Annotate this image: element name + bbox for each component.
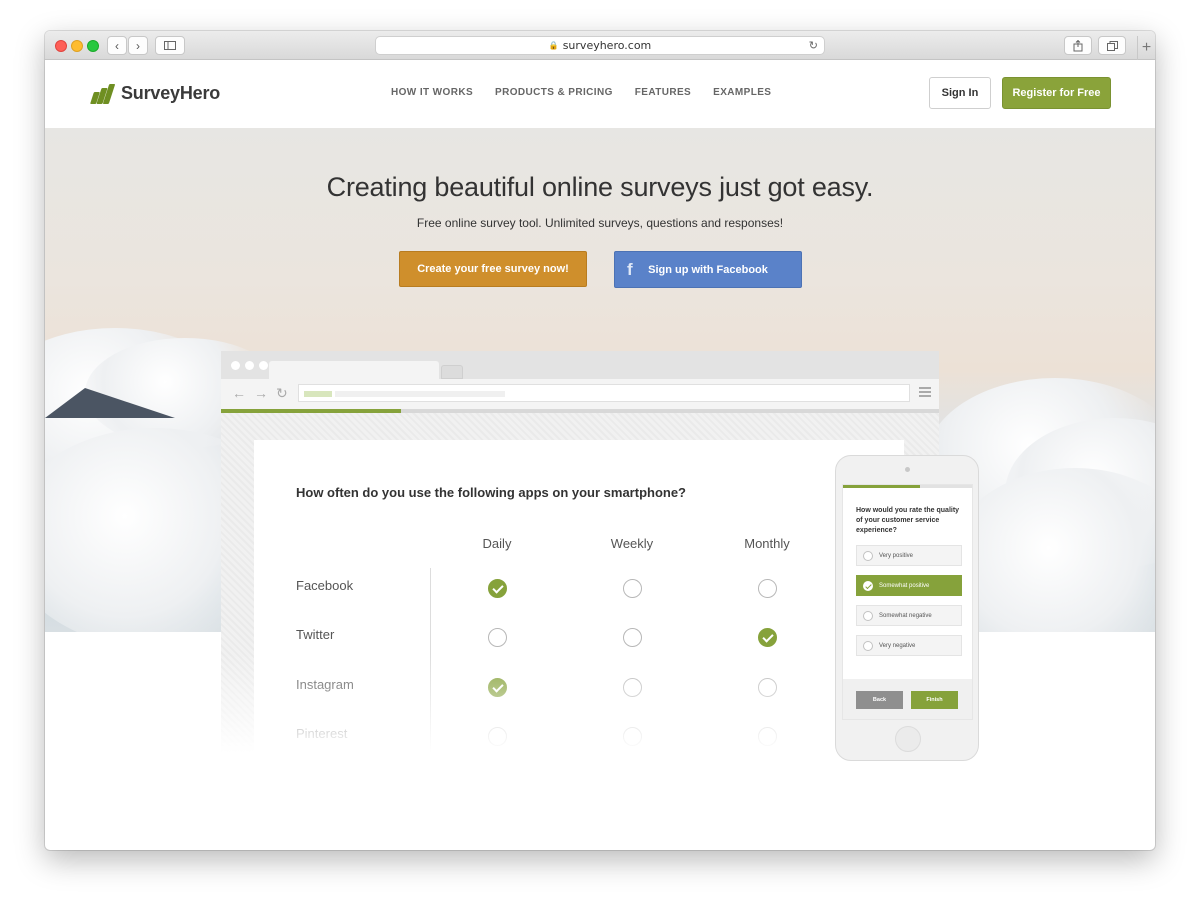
column-monthly: Monthly — [744, 536, 790, 551]
sidebar-icon[interactable] — [155, 36, 185, 55]
mock-menu-icon — [919, 387, 931, 397]
address-text: surveyhero.com — [562, 39, 652, 52]
tabs-icon[interactable] — [1098, 36, 1126, 55]
logo-icon — [89, 82, 117, 104]
radio-twitter-daily[interactable] — [488, 628, 507, 647]
hero-title: Creating beautiful online surveys just g… — [326, 172, 874, 202]
radio-facebook-weekly[interactable] — [623, 579, 642, 598]
back-arrow-icon[interactable]: ‹ — [107, 36, 127, 55]
radio-pinterest-daily[interactable] — [488, 727, 507, 746]
main-nav: HOW IT WORKS PRODUCTS & PRICING FEATURES… — [391, 87, 771, 98]
facebook-icon: f — [627, 260, 633, 279]
create-survey-button[interactable]: Create your free survey now! — [399, 251, 587, 287]
radio-icon — [863, 641, 873, 651]
survey-demo-browser: ← → ↻ How often do you use the following… — [221, 351, 939, 771]
close-window-button[interactable] — [55, 40, 67, 52]
hero-subtitle: Free online survey tool. Unlimited surve… — [416, 216, 784, 230]
radio-icon — [863, 551, 873, 561]
column-daily: Daily — [482, 536, 512, 551]
browser-window: ‹ › 🔒 surveyhero.com ↻ + SurveyHero HOW … — [45, 31, 1155, 850]
row-label-facebook: Facebook — [296, 578, 354, 593]
radio-instagram-weekly[interactable] — [623, 678, 642, 697]
radio-instagram-monthly[interactable] — [758, 678, 777, 697]
nav-how-it-works[interactable]: HOW IT WORKS — [391, 87, 473, 98]
radio-facebook-daily[interactable] — [488, 579, 507, 598]
mock-forward-arrow-icon: → — [254, 385, 268, 401]
phone-option-somewhat-positive[interactable]: Somewhat positive — [856, 575, 962, 596]
share-icon[interactable] — [1064, 36, 1092, 55]
phone-option-very-positive[interactable]: Very positive — [856, 545, 962, 566]
column-weekly: Weekly — [610, 536, 654, 551]
register-button[interactable]: Register for Free — [1002, 77, 1111, 109]
row-label-instagram: Instagram — [296, 677, 354, 692]
plus-icon[interactable]: + — [1137, 36, 1155, 60]
minimize-window-button[interactable] — [71, 40, 83, 52]
facebook-signup-button[interactable]: f Sign up with Facebook — [614, 251, 802, 288]
nav-features[interactable]: FEATURES — [635, 87, 691, 98]
phone-option-somewhat-negative[interactable]: Somewhat negative — [856, 605, 962, 626]
radio-twitter-weekly[interactable] — [623, 628, 642, 647]
phone-progress — [843, 485, 972, 488]
zoom-window-button[interactable] — [87, 40, 99, 52]
radio-instagram-daily[interactable] — [488, 678, 507, 697]
radio-icon — [863, 581, 873, 591]
mock-reload-icon: ↻ — [276, 385, 288, 401]
facebook-signup-label: Sign up with Facebook — [648, 263, 768, 276]
reload-icon[interactable]: ↻ — [809, 39, 818, 52]
phone-option-very-negative[interactable]: Very negative — [856, 635, 962, 656]
phone-finish-button[interactable]: Finish — [911, 691, 958, 709]
forward-arrow-icon[interactable]: › — [128, 36, 148, 55]
row-label-pinterest: Pinterest — [296, 726, 348, 741]
phone-question: How would you rate the quality of your c… — [856, 507, 960, 534]
radio-twitter-monthly[interactable] — [758, 628, 777, 647]
nav-products-pricing[interactable]: PRODUCTS & PRICING — [495, 87, 613, 98]
lock-icon: 🔒 — [548, 41, 559, 50]
survey-demo-phone: How would you rate the quality of your c… — [835, 455, 979, 761]
phone-home-button — [895, 726, 921, 752]
survey-card: How often do you use the following apps … — [254, 440, 904, 771]
phone-back-button[interactable]: Back — [856, 691, 903, 709]
mountain-decoration — [45, 388, 175, 418]
mock-back-arrow-icon: ← — [232, 385, 246, 401]
survey-question: How often do you use the following apps … — [296, 485, 686, 500]
address-bar[interactable]: 🔒 surveyhero.com ↻ — [375, 36, 825, 55]
sign-in-button[interactable]: Sign In — [929, 77, 991, 109]
logo-text: SurveyHero — [121, 82, 221, 103]
logo[interactable]: SurveyHero — [89, 82, 220, 104]
radio-pinterest-weekly[interactable] — [623, 727, 642, 746]
radio-pinterest-monthly[interactable] — [758, 727, 777, 746]
radio-icon — [863, 611, 873, 621]
site-header: SurveyHero HOW IT WORKS PRODUCTS & PRICI… — [45, 60, 1155, 128]
titlebar: ‹ › 🔒 surveyhero.com ↻ + — [45, 31, 1155, 60]
nav-examples[interactable]: EXAMPLES — [713, 87, 771, 98]
radio-facebook-monthly[interactable] — [758, 579, 777, 598]
row-label-twitter: Twitter — [296, 627, 335, 642]
phone-progress-fill — [843, 485, 921, 488]
